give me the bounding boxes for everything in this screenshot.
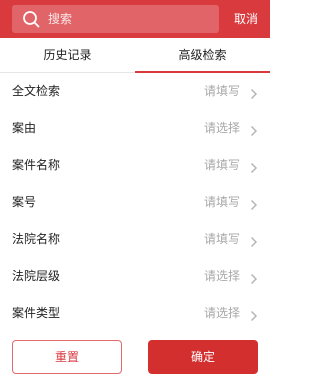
header-bar: 搜索 取消 xyxy=(0,0,270,38)
field-case-type[interactable]: 案件类型 请选择 xyxy=(0,295,270,332)
field-label: 法院层级 xyxy=(12,269,61,283)
field-case-name[interactable]: 案件名称 请填写 xyxy=(0,147,270,184)
field-hint: 请选择 xyxy=(203,306,240,320)
field-court-name[interactable]: 法院名称 请填写 xyxy=(0,221,270,258)
field-label: 案号 xyxy=(12,195,37,209)
chevron-right-icon xyxy=(250,85,258,100)
field-hint: 请填写 xyxy=(203,158,240,172)
search-field-list: 全文检索 请填写 案由 请选择 案件名称 请填写 案号 请填写 法院名称 请填写… xyxy=(0,73,270,332)
field-label: 案由 xyxy=(12,121,37,135)
chevron-right-icon xyxy=(250,159,258,174)
field-court-level[interactable]: 法院层级 请选择 xyxy=(0,258,270,295)
chevron-right-icon xyxy=(250,233,258,248)
field-hint: 请选择 xyxy=(203,121,240,135)
tab-history[interactable]: 历史记录 xyxy=(0,38,135,73)
field-case-number[interactable]: 案号 请填写 xyxy=(0,184,270,221)
field-fulltext[interactable]: 全文检索 请填写 xyxy=(0,73,270,110)
tab-advanced-search[interactable]: 高级检索 xyxy=(135,38,270,73)
search-icon xyxy=(22,10,40,28)
chevron-right-icon xyxy=(250,270,258,285)
field-label: 全文检索 xyxy=(12,84,61,98)
field-cause[interactable]: 案由 请选择 xyxy=(0,110,270,147)
reset-button[interactable]: 重置 xyxy=(12,340,122,374)
field-label: 法院名称 xyxy=(12,232,61,246)
chevron-right-icon xyxy=(250,196,258,211)
field-hint: 请填写 xyxy=(203,195,240,209)
chevron-right-icon xyxy=(250,307,258,322)
field-hint: 请填写 xyxy=(203,232,240,246)
search-input[interactable]: 搜索 xyxy=(12,5,219,33)
field-hint: 请选择 xyxy=(203,269,240,283)
tab-bar: 历史记录 高级检索 xyxy=(0,38,270,73)
field-hint: 请填写 xyxy=(203,84,240,98)
chevron-right-icon xyxy=(250,122,258,137)
cancel-button[interactable]: 取消 xyxy=(229,10,263,28)
field-label: 案件类型 xyxy=(12,306,61,320)
footer-actions: 重置 确定 xyxy=(0,336,270,388)
search-placeholder: 搜索 xyxy=(48,12,73,26)
confirm-button[interactable]: 确定 xyxy=(148,340,258,374)
field-label: 案件名称 xyxy=(12,158,61,172)
